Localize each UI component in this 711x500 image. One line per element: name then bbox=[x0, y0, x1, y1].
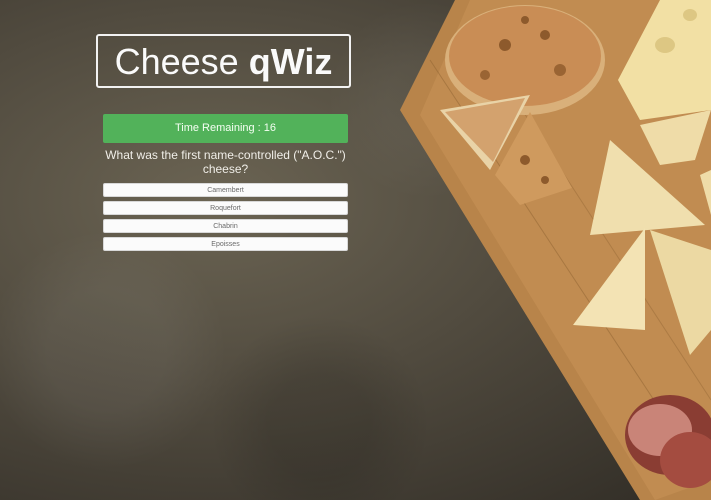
time-remaining-bar: Time Remaining : 16 bbox=[103, 114, 348, 143]
answer-option-roquefort[interactable]: Roquefort bbox=[103, 201, 348, 215]
answer-option-epoisses[interactable]: Epoisses bbox=[103, 237, 348, 251]
answer-option-camembert[interactable]: Camembert bbox=[103, 183, 348, 197]
app-title-part2: qWiz bbox=[248, 41, 333, 82]
question-text: What was the first name-controlled ("A.O… bbox=[105, 148, 346, 176]
answer-list: Camembert Roquefort Chabrin Epoisses bbox=[103, 183, 348, 255]
app-title: Cheese qWiz bbox=[96, 34, 351, 88]
app-title-part1: Cheese bbox=[114, 41, 239, 82]
answer-option-chabrin[interactable]: Chabrin bbox=[103, 219, 348, 233]
